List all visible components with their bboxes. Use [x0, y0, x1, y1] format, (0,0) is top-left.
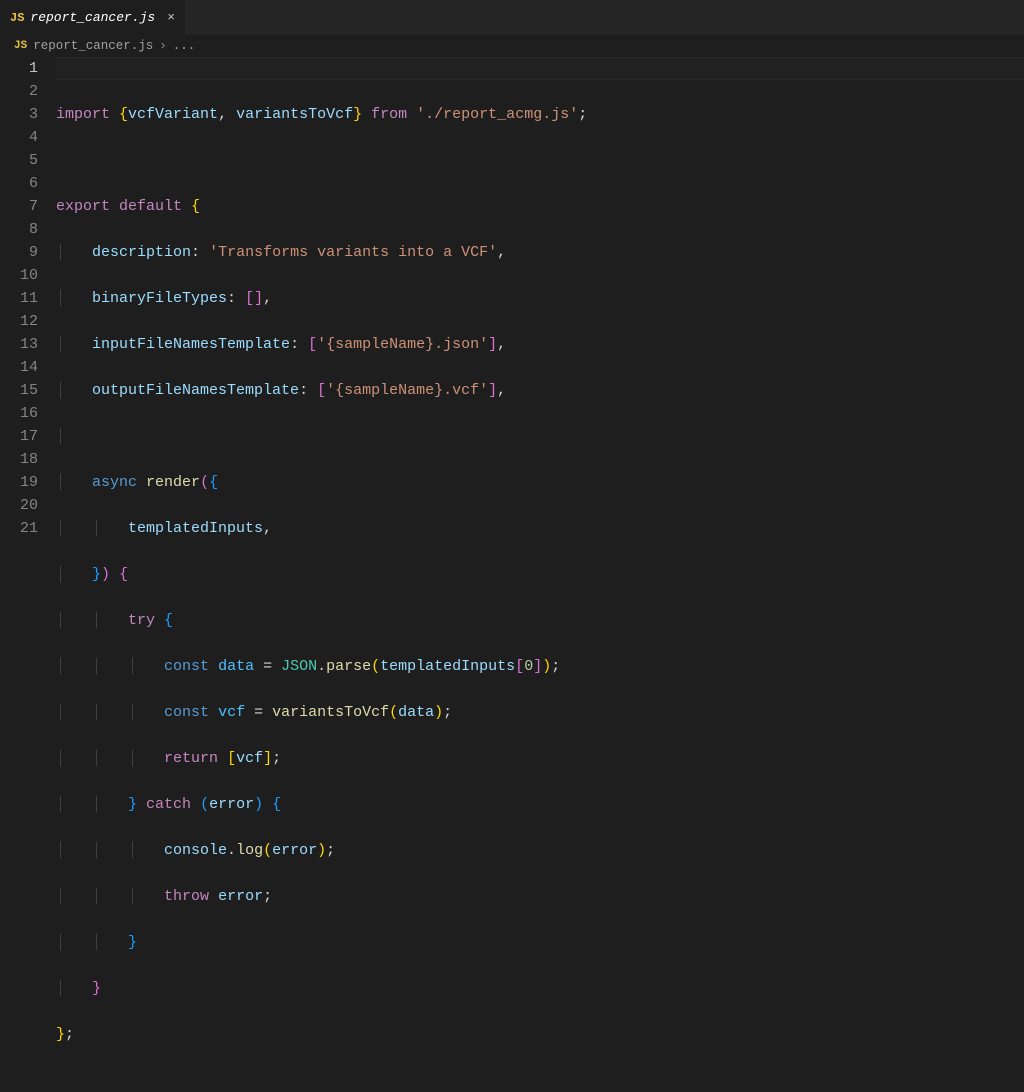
- code-line[interactable]: │ │ } catch (error) {: [56, 793, 1024, 816]
- line-number: 3: [0, 103, 38, 126]
- line-number: 5: [0, 149, 38, 172]
- line-number-gutter: 1 2 3 4 5 6 7 8 9 10 11 12 13 14 15 16 1…: [0, 57, 56, 553]
- code-line[interactable]: │ inputFileNamesTemplate: ['{sampleName}…: [56, 333, 1024, 356]
- code-line[interactable]: │ binaryFileTypes: [],: [56, 287, 1024, 310]
- breadcrumb-filename: report_cancer.js: [33, 39, 153, 53]
- line-number: 17: [0, 425, 38, 448]
- line-number: 8: [0, 218, 38, 241]
- line-number: 21: [0, 517, 38, 540]
- close-icon[interactable]: ×: [167, 10, 175, 25]
- code-line[interactable]: │ │ │ console.log(error);: [56, 839, 1024, 862]
- line-number: 13: [0, 333, 38, 356]
- code-line[interactable]: │ │ │ return [vcf];: [56, 747, 1024, 770]
- line-number: 19: [0, 471, 38, 494]
- line-number: 14: [0, 356, 38, 379]
- line-number: 20: [0, 494, 38, 517]
- line-number: 1: [0, 57, 38, 80]
- code-content[interactable]: import {vcfVariant, variantsToVcf} from …: [56, 57, 1024, 553]
- line-number: 4: [0, 126, 38, 149]
- line-number: 6: [0, 172, 38, 195]
- line-number: 11: [0, 287, 38, 310]
- code-line[interactable]: │ │ try {: [56, 609, 1024, 632]
- line-number: 9: [0, 241, 38, 264]
- chevron-right-icon: ›: [159, 39, 167, 53]
- breadcrumb-more: ...: [173, 39, 196, 53]
- code-line[interactable]: import {vcfVariant, variantsToVcf} from …: [56, 103, 1024, 126]
- code-line[interactable]: [56, 149, 1024, 172]
- code-line[interactable]: export default {: [56, 195, 1024, 218]
- code-line[interactable]: │ }) {: [56, 563, 1024, 586]
- code-line[interactable]: │ description: 'Transforms variants into…: [56, 241, 1024, 264]
- code-editor[interactable]: 1 2 3 4 5 6 7 8 9 10 11 12 13 14 15 16 1…: [0, 57, 1024, 553]
- code-line[interactable]: │ │ │ throw error;: [56, 885, 1024, 908]
- code-line[interactable]: };: [56, 1023, 1024, 1046]
- line-number: 10: [0, 264, 38, 287]
- code-line[interactable]: │ outputFileNamesTemplate: ['{sampleName…: [56, 379, 1024, 402]
- tab-bar: JS report_cancer.js ×: [0, 0, 1024, 35]
- line-number: 7: [0, 195, 38, 218]
- line-number: 16: [0, 402, 38, 425]
- tab-filename: report_cancer.js: [30, 10, 155, 25]
- code-line[interactable]: │: [56, 425, 1024, 448]
- breadcrumb[interactable]: JS report_cancer.js › ...: [0, 35, 1024, 57]
- editor-tab[interactable]: JS report_cancer.js ×: [0, 0, 186, 35]
- js-file-icon: JS: [10, 11, 24, 25]
- code-line[interactable]: │ │ }: [56, 931, 1024, 954]
- line-number: 15: [0, 379, 38, 402]
- code-line[interactable]: │ │ templatedInputs,: [56, 517, 1024, 540]
- code-line[interactable]: │ }: [56, 977, 1024, 1000]
- js-file-icon: JS: [14, 40, 27, 52]
- line-number: 2: [0, 80, 38, 103]
- line-number: 18: [0, 448, 38, 471]
- code-line[interactable]: │ │ │ const data = JSON.parse(templatedI…: [56, 655, 1024, 678]
- code-line[interactable]: │ │ │ const vcf = variantsToVcf(data);: [56, 701, 1024, 724]
- code-line[interactable]: │ async render({: [56, 471, 1024, 494]
- line-number: 12: [0, 310, 38, 333]
